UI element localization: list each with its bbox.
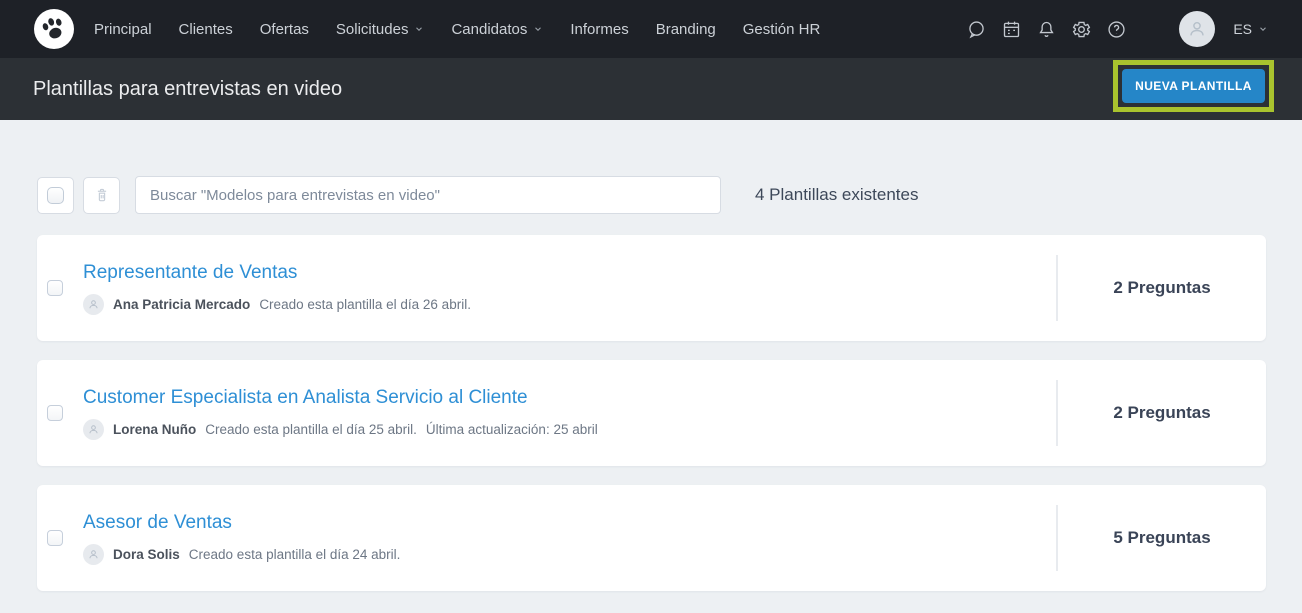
template-checkbox[interactable] <box>47 530 63 546</box>
page-header: Plantillas para entrevistas en video NUE… <box>0 58 1302 120</box>
user-avatar[interactable] <box>1179 11 1215 47</box>
template-checkbox[interactable] <box>47 280 63 296</box>
nav-item-principal[interactable]: Principal <box>94 21 152 38</box>
nav-item-clientes[interactable]: Clientes <box>179 21 233 38</box>
templates-count: 4 Plantillas existentes <box>755 185 918 205</box>
language-code: ES <box>1233 21 1252 37</box>
template-author: Dora Solis <box>113 547 180 562</box>
template-title-link[interactable]: Customer Especialista en Analista Servic… <box>83 387 528 409</box>
top-navbar: Principal Clientes Ofertas Solicitudes C… <box>0 0 1302 58</box>
content-area: 4 Plantillas existentes Representante de… <box>0 120 1302 591</box>
nav-item-ofertas[interactable]: Ofertas <box>260 21 309 38</box>
author-avatar <box>83 419 104 440</box>
page-title: Plantillas para entrevistas en video <box>33 78 342 101</box>
nav-item-informes[interactable]: Informes <box>570 21 628 38</box>
main-nav: Principal Clientes Ofertas Solicitudes C… <box>94 21 820 38</box>
template-created: Creado esta plantilla el día 26 abril. <box>259 297 471 312</box>
search-input[interactable] <box>135 176 721 214</box>
template-card: Representante de Ventas Ana Patricia Mer… <box>37 235 1266 341</box>
help-icon[interactable] <box>1105 18 1127 40</box>
author-avatar <box>83 294 104 315</box>
template-card: Customer Especialista en Analista Servic… <box>37 360 1266 466</box>
nav-item-gestion-hr[interactable]: Gestión HR <box>743 21 821 38</box>
select-all-checkbox[interactable] <box>47 187 64 204</box>
author-avatar <box>83 544 104 565</box>
delete-button[interactable] <box>83 177 120 214</box>
paw-logo[interactable] <box>34 9 74 49</box>
language-selector[interactable]: ES <box>1233 21 1268 37</box>
chevron-down-icon <box>533 24 543 34</box>
template-created: Creado esta plantilla el día 24 abril. <box>189 547 401 562</box>
navbar-actions: ES <box>952 11 1268 47</box>
list-toolbar: 4 Plantillas existentes <box>37 176 1266 214</box>
chevron-down-icon <box>414 24 424 34</box>
questions-count: 5 Preguntas <box>1058 528 1266 548</box>
template-author: Ana Patricia Mercado <box>113 297 250 312</box>
template-card: Asesor de Ventas Dora Solis Creado esta … <box>37 485 1266 591</box>
template-title-link[interactable]: Asesor de Ventas <box>83 512 232 534</box>
template-updated: Última actualización: 25 abril <box>426 422 598 437</box>
select-all-checkbox-button[interactable] <box>37 177 74 214</box>
template-author: Lorena Nuño <box>113 422 196 437</box>
bell-icon[interactable] <box>1035 18 1057 40</box>
gear-icon[interactable] <box>1070 18 1092 40</box>
chevron-down-icon <box>1258 24 1268 34</box>
questions-count: 2 Preguntas <box>1058 403 1266 423</box>
calendar-icon[interactable] <box>1000 18 1022 40</box>
nav-item-candidatos[interactable]: Candidatos <box>451 21 543 38</box>
chat-icon[interactable] <box>965 18 987 40</box>
annotation-highlight-box: NUEVA PLANTILLA <box>1113 60 1274 112</box>
questions-count: 2 Preguntas <box>1058 278 1266 298</box>
template-created: Creado esta plantilla el día 25 abril. <box>205 422 417 437</box>
template-title-link[interactable]: Representante de Ventas <box>83 262 297 284</box>
new-template-button[interactable]: NUEVA PLANTILLA <box>1122 69 1265 103</box>
nav-item-branding[interactable]: Branding <box>656 21 716 38</box>
template-checkbox[interactable] <box>47 405 63 421</box>
nav-item-solicitudes[interactable]: Solicitudes <box>336 21 425 38</box>
trash-icon <box>93 186 111 204</box>
